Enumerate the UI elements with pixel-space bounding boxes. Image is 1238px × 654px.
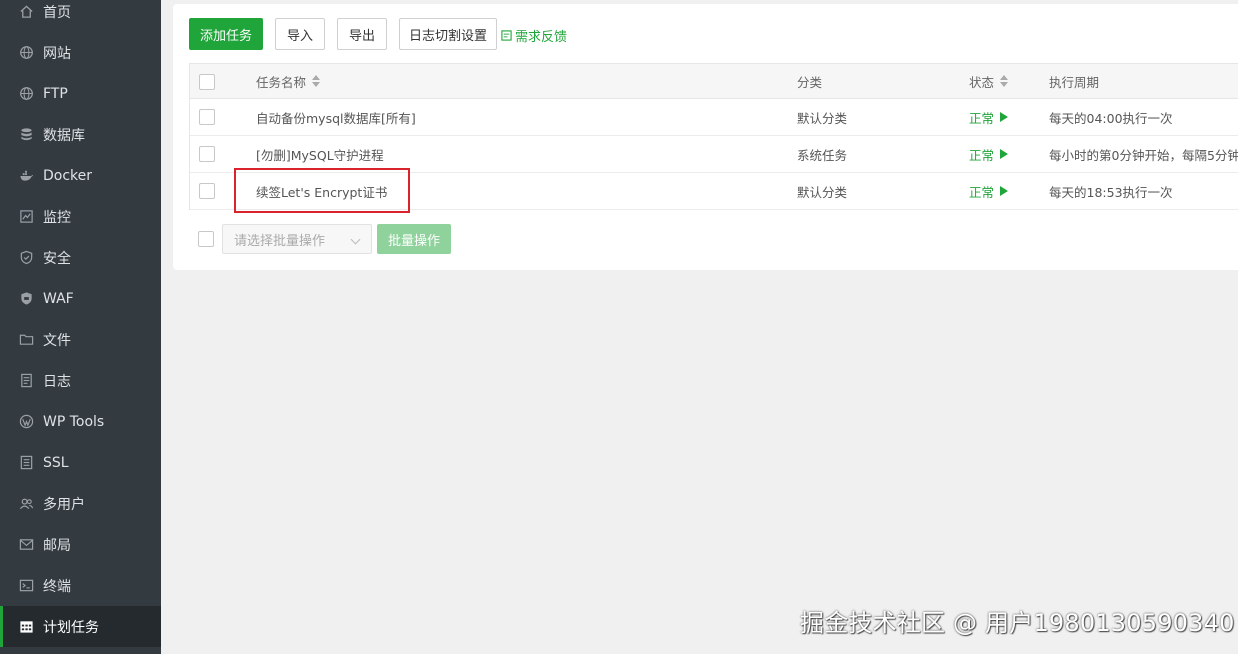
sort-icon <box>1000 75 1009 87</box>
ssl-icon <box>18 455 34 471</box>
docker-icon <box>18 168 34 184</box>
sidebar-item-label: 安全 <box>43 250 71 267</box>
sidebar-item-label: WAF <box>43 290 74 307</box>
wordpress-icon <box>18 414 34 430</box>
task-category: 系统任务 <box>797 147 848 163</box>
run-icon[interactable] <box>1000 149 1009 159</box>
users-icon <box>18 496 34 512</box>
add-task-button[interactable]: 添加任务 <box>189 18 263 50</box>
task-status: 正常 <box>969 136 1009 172</box>
log-rotation-settings-button[interactable]: 日志切割设置 <box>399 18 497 50</box>
sidebar-item-label: 邮局 <box>43 537 71 554</box>
sidebar-item-waf[interactable]: WAF <box>0 278 161 319</box>
row-checkbox[interactable] <box>199 146 215 162</box>
feedback-icon <box>501 30 512 41</box>
batch-operation-button[interactable]: 批量操作 <box>377 224 451 254</box>
status-toggle[interactable]: 正常 <box>969 182 994 201</box>
sidebar-item-monitor[interactable]: 监控 <box>0 196 161 237</box>
shield-icon <box>18 250 34 266</box>
header-task-name-label: 任务名称 <box>256 74 307 90</box>
batch-operation-select[interactable]: 请选择批量操作 <box>222 224 372 254</box>
task-cycle: 每天的18:53执行一次 <box>1049 184 1173 200</box>
sidebar-item-label: 数据库 <box>43 127 85 144</box>
sidebar-item-logs[interactable]: 日志 <box>0 360 161 401</box>
task-name: [勿删]MySQL守护进程 <box>256 147 384 163</box>
home-icon <box>18 4 34 20</box>
task-cycle: 每小时的第0分钟开始，每隔5分钟执 <box>1049 147 1238 163</box>
sort-icon <box>312 75 321 87</box>
sidebar-item-mail[interactable]: 邮局 <box>0 524 161 565</box>
status-toggle[interactable]: 正常 <box>969 145 994 164</box>
highlight-box <box>234 168 410 213</box>
row-checkbox[interactable] <box>199 109 215 125</box>
header-task-name[interactable]: 任务名称 <box>256 64 321 98</box>
folder-icon <box>18 332 34 348</box>
sidebar-item-label: Docker <box>43 167 93 184</box>
database-icon <box>18 127 34 143</box>
sidebar: 首页 网站 FTP 数据库 Docker 监控 安全 WAF 文件 日志 WP … <box>0 0 161 654</box>
sidebar-item-label: WP Tools <box>43 413 105 430</box>
batch-select-placeholder: 请选择批量操作 <box>234 233 326 249</box>
globe-icon <box>18 45 34 61</box>
ftp-globe-icon <box>18 86 34 102</box>
sidebar-item-label: SSL <box>43 454 69 471</box>
import-button[interactable]: 导入 <box>275 18 325 50</box>
monitor-icon <box>18 209 34 225</box>
sidebar-item-files[interactable]: 文件 <box>0 319 161 360</box>
sidebar-item-label: 监控 <box>43 209 71 226</box>
sidebar-item-label: 多用户 <box>43 496 85 513</box>
waf-shield-icon <box>18 291 34 307</box>
header-status[interactable]: 状态 <box>969 64 1009 98</box>
task-status: 正常 <box>969 99 1009 135</box>
watermark: 掘金技术社区 @ 用户1980130590340 <box>800 609 1235 637</box>
export-button[interactable]: 导出 <box>337 18 387 50</box>
log-icon <box>18 373 34 389</box>
sidebar-item-home[interactable]: 首页 <box>0 0 161 32</box>
select-all-checkbox[interactable] <box>199 74 215 90</box>
sidebar-item-database[interactable]: 数据库 <box>0 114 161 155</box>
sidebar-item-terminal[interactable]: 终端 <box>0 565 161 606</box>
terminal-icon <box>18 578 34 594</box>
feedback-label: 需求反馈 <box>515 30 568 45</box>
table-header: 任务名称 分类 状态 执行周期 <box>190 63 1238 99</box>
sidebar-item-label: 首页 <box>43 4 71 21</box>
sidebar-item-label: 计划任务 <box>43 619 99 636</box>
sidebar-item-security[interactable]: 安全 <box>0 237 161 278</box>
sidebar-item-ssl[interactable]: SSL <box>0 442 161 483</box>
task-status: 正常 <box>969 173 1009 209</box>
sidebar-item-label: FTP <box>43 85 68 102</box>
sidebar-item-label: 日志 <box>43 373 71 390</box>
chevron-down-icon <box>350 234 361 245</box>
task-category: 默认分类 <box>797 184 848 200</box>
sidebar-item-label: 终端 <box>43 578 71 595</box>
header-status-label: 状态 <box>969 74 995 90</box>
sidebar-item-cron[interactable]: 计划任务 <box>0 606 161 647</box>
sidebar-item-ftp[interactable]: FTP <box>0 73 161 114</box>
header-cycle: 执行周期 <box>1049 74 1100 90</box>
task-cycle: 每天的04:00执行一次 <box>1049 110 1173 126</box>
mail-icon <box>18 537 34 553</box>
header-category: 分类 <box>797 74 823 90</box>
sidebar-item-label: 文件 <box>43 332 71 349</box>
calendar-icon <box>18 619 34 635</box>
feedback-link[interactable]: 需求反馈 <box>501 26 567 45</box>
table-row: 自动备份mysql数据库[所有] 默认分类 正常 每天的04:00执行一次 <box>190 99 1238 136</box>
batch-select-all-checkbox[interactable] <box>198 231 214 247</box>
status-toggle[interactable]: 正常 <box>969 108 994 127</box>
task-category: 默认分类 <box>797 110 848 126</box>
task-name: 自动备份mysql数据库[所有] <box>256 110 416 126</box>
cron-task-panel: 添加任务 导入 导出 日志切割设置 需求反馈 任务名称 分类 状态 执行周期 自… <box>173 4 1238 270</box>
sidebar-item-website[interactable]: 网站 <box>0 32 161 73</box>
sidebar-item-wp-tools[interactable]: WP Tools <box>0 401 161 442</box>
run-icon[interactable] <box>1000 186 1009 196</box>
row-checkbox[interactable] <box>199 183 215 199</box>
sidebar-item-label: 网站 <box>43 45 71 62</box>
sidebar-item-multi-user[interactable]: 多用户 <box>0 483 161 524</box>
sidebar-item-docker[interactable]: Docker <box>0 155 161 196</box>
run-icon[interactable] <box>1000 112 1009 122</box>
